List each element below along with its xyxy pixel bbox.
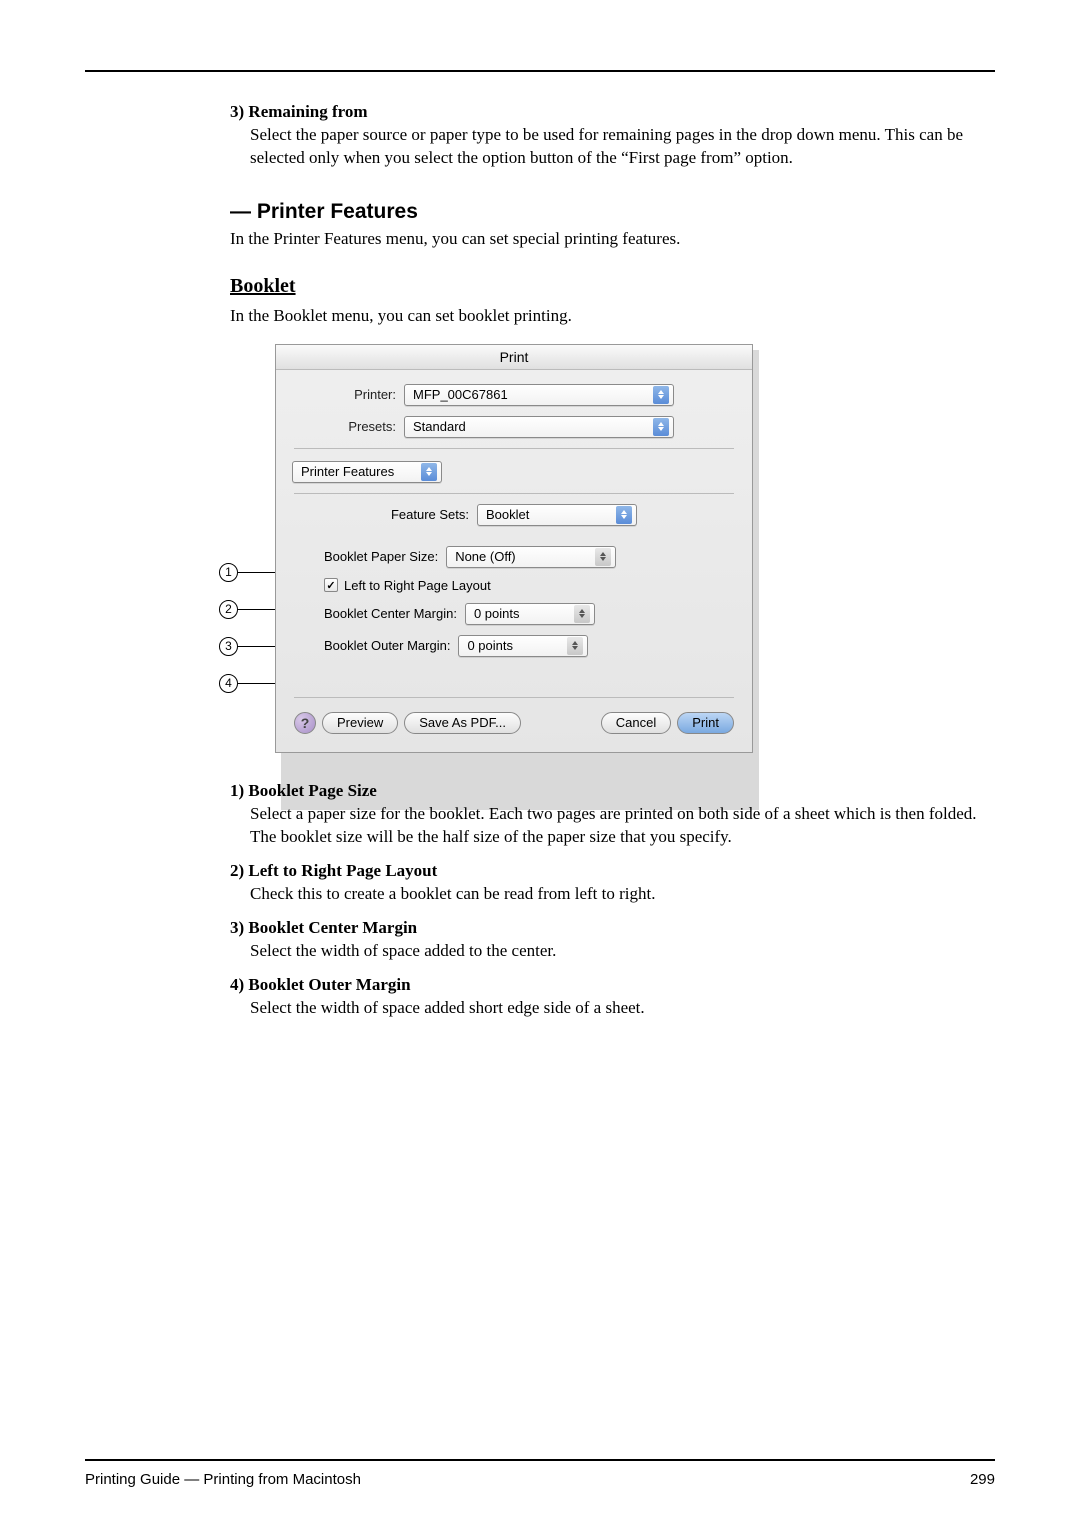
- item-2-desc: Check this to create a booklet can be re…: [250, 883, 995, 906]
- dialog-container: 1 2 3 4 Print Printer:: [275, 344, 995, 753]
- outer-margin-value: 0 points: [467, 638, 561, 653]
- pane-select[interactable]: Printer Features: [292, 461, 442, 483]
- separator: [294, 448, 734, 449]
- callout-1: 1: [219, 563, 238, 582]
- print-dialog: Print Printer: MFP_00C67861 Presets: Sta…: [275, 344, 753, 753]
- presets-row: Presets: Standard: [294, 416, 734, 438]
- save-as-pdf-button[interactable]: Save As PDF...: [404, 712, 521, 734]
- feature-sets-value: Booklet: [486, 507, 610, 522]
- preview-button[interactable]: Preview: [322, 712, 398, 734]
- help-button[interactable]: ?: [294, 712, 316, 734]
- callout-3: 3: [219, 637, 238, 656]
- footer-page-number: 299: [970, 1471, 995, 1488]
- left-right-row: ✓ Left to Right Page Layout: [324, 578, 734, 593]
- dialog-title: Print: [276, 345, 752, 370]
- dropdown-icon: [421, 463, 437, 481]
- item-num: 2): [230, 861, 244, 880]
- content-area: 3) Remaining from Select the paper sourc…: [230, 102, 995, 1020]
- center-margin-value: 0 points: [474, 606, 568, 621]
- dialog-inner: Feature Sets: Booklet Booklet Paper Size…: [294, 493, 734, 698]
- outer-margin-select[interactable]: 0 points: [458, 635, 588, 657]
- remaining-from-heading: 3) Remaining from: [230, 102, 995, 122]
- footer-left: Printing Guide — Printing from Macintosh: [85, 1471, 361, 1488]
- outer-margin-label: Booklet Outer Margin:: [324, 638, 458, 653]
- subsection-desc: In the Booklet menu, you can set booklet…: [230, 306, 995, 326]
- dialog-body: Printer: MFP_00C67861 Presets: Standard: [276, 370, 752, 752]
- item-4-desc: Select the width of space added short ed…: [250, 997, 995, 1020]
- paper-size-row: Booklet Paper Size: None (Off): [324, 546, 734, 568]
- top-rule: [85, 70, 995, 72]
- item-title: Remaining from: [248, 102, 367, 121]
- outer-margin-row: Booklet Outer Margin: 0 points: [324, 635, 734, 657]
- left-right-checkbox[interactable]: ✓: [324, 578, 338, 592]
- callout-2: 2: [219, 600, 238, 619]
- printer-select[interactable]: MFP_00C67861: [404, 384, 674, 406]
- center-margin-row: Booklet Center Margin: 0 points: [324, 603, 734, 625]
- bottom-rule: [85, 1459, 995, 1461]
- section-desc: In the Printer Features menu, you can se…: [230, 228, 995, 251]
- section-title: — Printer Features: [230, 200, 995, 224]
- dropdown-icon: [616, 506, 632, 524]
- pane-value: Printer Features: [301, 464, 415, 479]
- item-4-heading: 4) Booklet Outer Margin: [230, 975, 995, 995]
- dropdown-icon: [574, 605, 590, 623]
- dropdown-icon: [653, 418, 669, 436]
- remaining-from-desc: Select the paper source or paper type to…: [250, 124, 995, 170]
- printer-value: MFP_00C67861: [413, 387, 647, 402]
- printer-row: Printer: MFP_00C67861: [294, 384, 734, 406]
- page-footer: Printing Guide — Printing from Macintosh…: [85, 1471, 995, 1488]
- feature-sets-label: Feature Sets:: [391, 507, 477, 522]
- item-num: 3): [230, 102, 244, 121]
- feature-sets-select[interactable]: Booklet: [477, 504, 637, 526]
- presets-label: Presets:: [294, 419, 404, 434]
- paper-size-label: Booklet Paper Size:: [324, 549, 446, 564]
- presets-value: Standard: [413, 419, 647, 434]
- center-margin-select[interactable]: 0 points: [465, 603, 595, 625]
- print-button[interactable]: Print: [677, 712, 734, 734]
- item-title: Booklet Outer Margin: [248, 975, 410, 994]
- callout-4: 4: [219, 674, 238, 693]
- item-num: 3): [230, 918, 244, 937]
- dropdown-icon: [567, 637, 583, 655]
- dropdown-icon: [595, 548, 611, 566]
- dropdown-icon: [653, 386, 669, 404]
- item-3-desc: Select the width of space added to the c…: [250, 940, 995, 963]
- item-2-heading: 2) Left to Right Page Layout: [230, 861, 995, 881]
- left-right-label: Left to Right Page Layout: [344, 578, 491, 593]
- subsection-title: Booklet: [230, 275, 995, 298]
- paper-size-select[interactable]: None (Off): [446, 546, 616, 568]
- dialog-footer: ? Preview Save As PDF... Cancel Print: [294, 698, 734, 734]
- center-margin-label: Booklet Center Margin:: [324, 606, 465, 621]
- item-num: 4): [230, 975, 244, 994]
- cancel-button[interactable]: Cancel: [601, 712, 671, 734]
- presets-select[interactable]: Standard: [404, 416, 674, 438]
- item-title: Booklet Center Margin: [248, 918, 417, 937]
- item-num: 1): [230, 781, 244, 800]
- feature-sets-row: Feature Sets: Booklet: [294, 504, 734, 526]
- pane-row: Printer Features: [292, 461, 734, 483]
- item-title: Left to Right Page Layout: [248, 861, 437, 880]
- printer-label: Printer:: [294, 387, 404, 402]
- paper-size-value: None (Off): [455, 549, 589, 564]
- item-3-heading: 3) Booklet Center Margin: [230, 918, 995, 938]
